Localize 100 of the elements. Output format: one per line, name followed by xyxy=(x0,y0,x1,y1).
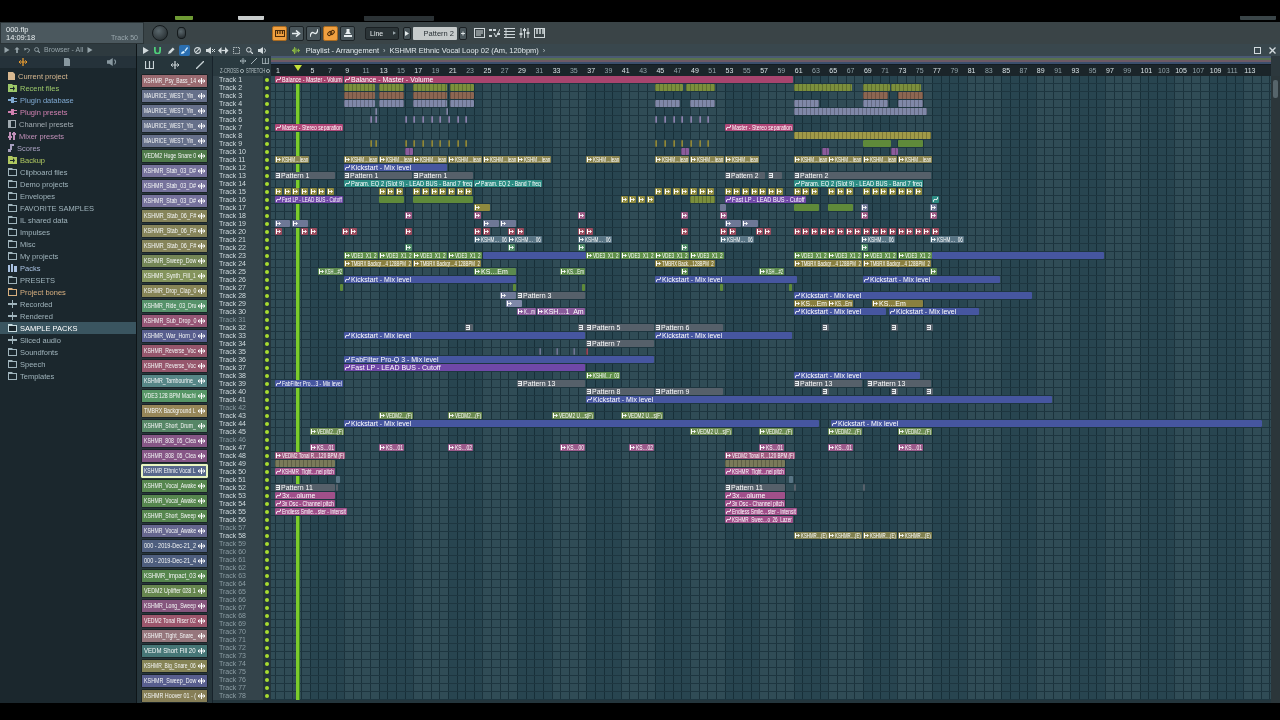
previous-pattern-button[interactable] xyxy=(403,26,411,40)
audio-clip[interactable] xyxy=(517,228,524,235)
led-icon[interactable] xyxy=(265,318,269,322)
caret-icon[interactable] xyxy=(143,46,149,54)
note-clip[interactable] xyxy=(344,84,375,91)
led-icon[interactable] xyxy=(265,166,269,170)
undo-icon[interactable] xyxy=(24,47,30,53)
led-icon[interactable] xyxy=(265,182,269,186)
audio-clip[interactable] xyxy=(699,188,706,195)
led-icon[interactable] xyxy=(265,590,269,594)
audio-clip[interactable] xyxy=(794,188,801,195)
led-icon[interactable] xyxy=(265,462,269,466)
audio-clip[interactable] xyxy=(720,212,727,219)
knob[interactable] xyxy=(152,25,168,41)
clip[interactable] xyxy=(828,204,853,211)
caret-icon[interactable] xyxy=(4,47,10,53)
audio-clip[interactable] xyxy=(405,212,412,219)
led-icon[interactable] xyxy=(265,246,269,250)
audio-clip[interactable] xyxy=(872,188,879,195)
led-icon[interactable] xyxy=(265,206,269,210)
clip[interactable] xyxy=(340,284,343,291)
led-icon[interactable] xyxy=(265,606,269,610)
mute-tool-button[interactable] xyxy=(204,44,216,56)
audio-clip[interactable] xyxy=(725,188,732,195)
audio-clip[interactable] xyxy=(500,292,516,299)
audio-clip[interactable] xyxy=(872,228,879,235)
select-tool-button[interactable] xyxy=(230,44,242,56)
audio-clip[interactable] xyxy=(275,220,290,227)
listen-tool-button[interactable] xyxy=(256,44,268,56)
audio-clip[interactable] xyxy=(439,188,446,195)
caret-icon[interactable] xyxy=(87,47,94,53)
pattern-clip[interactable] xyxy=(768,172,782,179)
led-icon[interactable] xyxy=(265,406,269,410)
audio-clip[interactable] xyxy=(811,188,818,195)
led-icon[interactable] xyxy=(265,398,269,402)
led-icon[interactable] xyxy=(265,126,269,130)
clip[interactable] xyxy=(863,140,891,147)
audio-clip[interactable] xyxy=(292,220,308,227)
audio-clip[interactable] xyxy=(861,204,868,211)
audio-clip[interactable] xyxy=(301,228,308,235)
playlist-icon[interactable] xyxy=(474,28,485,38)
arrow-button[interactable] xyxy=(289,25,304,41)
clip[interactable] xyxy=(720,284,723,291)
page-icon[interactable] xyxy=(63,58,70,66)
knob[interactable] xyxy=(177,27,186,39)
clip[interactable] xyxy=(379,196,404,203)
audio-clip[interactable] xyxy=(863,228,870,235)
audio-clip[interactable] xyxy=(506,300,522,307)
audio-clip[interactable] xyxy=(681,228,688,235)
led-icon[interactable] xyxy=(265,134,269,138)
pattern-clip[interactable] xyxy=(822,388,829,395)
audio-clip[interactable] xyxy=(707,188,714,195)
led-icon[interactable] xyxy=(265,510,269,514)
audio-clip[interactable] xyxy=(915,228,922,235)
audio-clip[interactable] xyxy=(794,228,801,235)
audio-clip[interactable] xyxy=(759,188,766,195)
cross-arrows-icon[interactable] xyxy=(171,61,179,69)
audio-clip[interactable] xyxy=(898,188,905,195)
pattern-clip[interactable] xyxy=(822,324,829,331)
audio-clip[interactable] xyxy=(764,228,771,235)
note-clip[interactable] xyxy=(794,108,927,115)
audio-clip[interactable] xyxy=(275,228,282,235)
led-icon[interactable] xyxy=(265,502,269,506)
led-icon[interactable] xyxy=(265,422,269,426)
led-icon[interactable] xyxy=(265,494,269,498)
led-icon[interactable] xyxy=(265,374,269,378)
led-icon[interactable] xyxy=(265,390,269,394)
note-clip[interactable] xyxy=(822,84,852,91)
led-icon[interactable] xyxy=(265,94,269,98)
audio-clip[interactable] xyxy=(861,244,868,251)
audio-clip[interactable] xyxy=(457,188,464,195)
led-icon[interactable] xyxy=(265,286,269,290)
audio-clip[interactable] xyxy=(820,228,827,235)
piano-roll-icon[interactable] xyxy=(534,28,545,38)
slip-tool-button[interactable] xyxy=(217,44,229,56)
note-clip[interactable] xyxy=(863,92,888,99)
note-clip[interactable] xyxy=(344,100,375,107)
audio-clip[interactable] xyxy=(720,204,726,211)
clip[interactable] xyxy=(932,252,1104,259)
note-clip[interactable] xyxy=(344,92,375,99)
pattern-clip[interactable] xyxy=(891,388,898,395)
audio-clip[interactable] xyxy=(448,188,455,195)
led-icon[interactable] xyxy=(265,646,269,650)
audio-clip[interactable] xyxy=(828,228,835,235)
led-icon[interactable] xyxy=(265,566,269,570)
up-arrow-icon[interactable] xyxy=(14,47,20,53)
keys-icon[interactable] xyxy=(262,58,269,64)
note-clip[interactable] xyxy=(794,132,931,139)
audio-clip[interactable] xyxy=(930,212,937,219)
note-clip[interactable] xyxy=(413,92,447,99)
audio-clip[interactable] xyxy=(733,188,740,195)
note-clip[interactable] xyxy=(655,100,680,107)
led-icon[interactable] xyxy=(265,654,269,658)
add-pattern-button[interactable] xyxy=(459,26,467,40)
led-icon[interactable] xyxy=(265,150,269,154)
clip[interactable] xyxy=(513,284,516,291)
audio-clip[interactable] xyxy=(837,188,844,195)
note-clip[interactable] xyxy=(794,84,822,91)
audio-clip[interactable] xyxy=(483,220,499,227)
audio-clip[interactable] xyxy=(915,188,922,195)
